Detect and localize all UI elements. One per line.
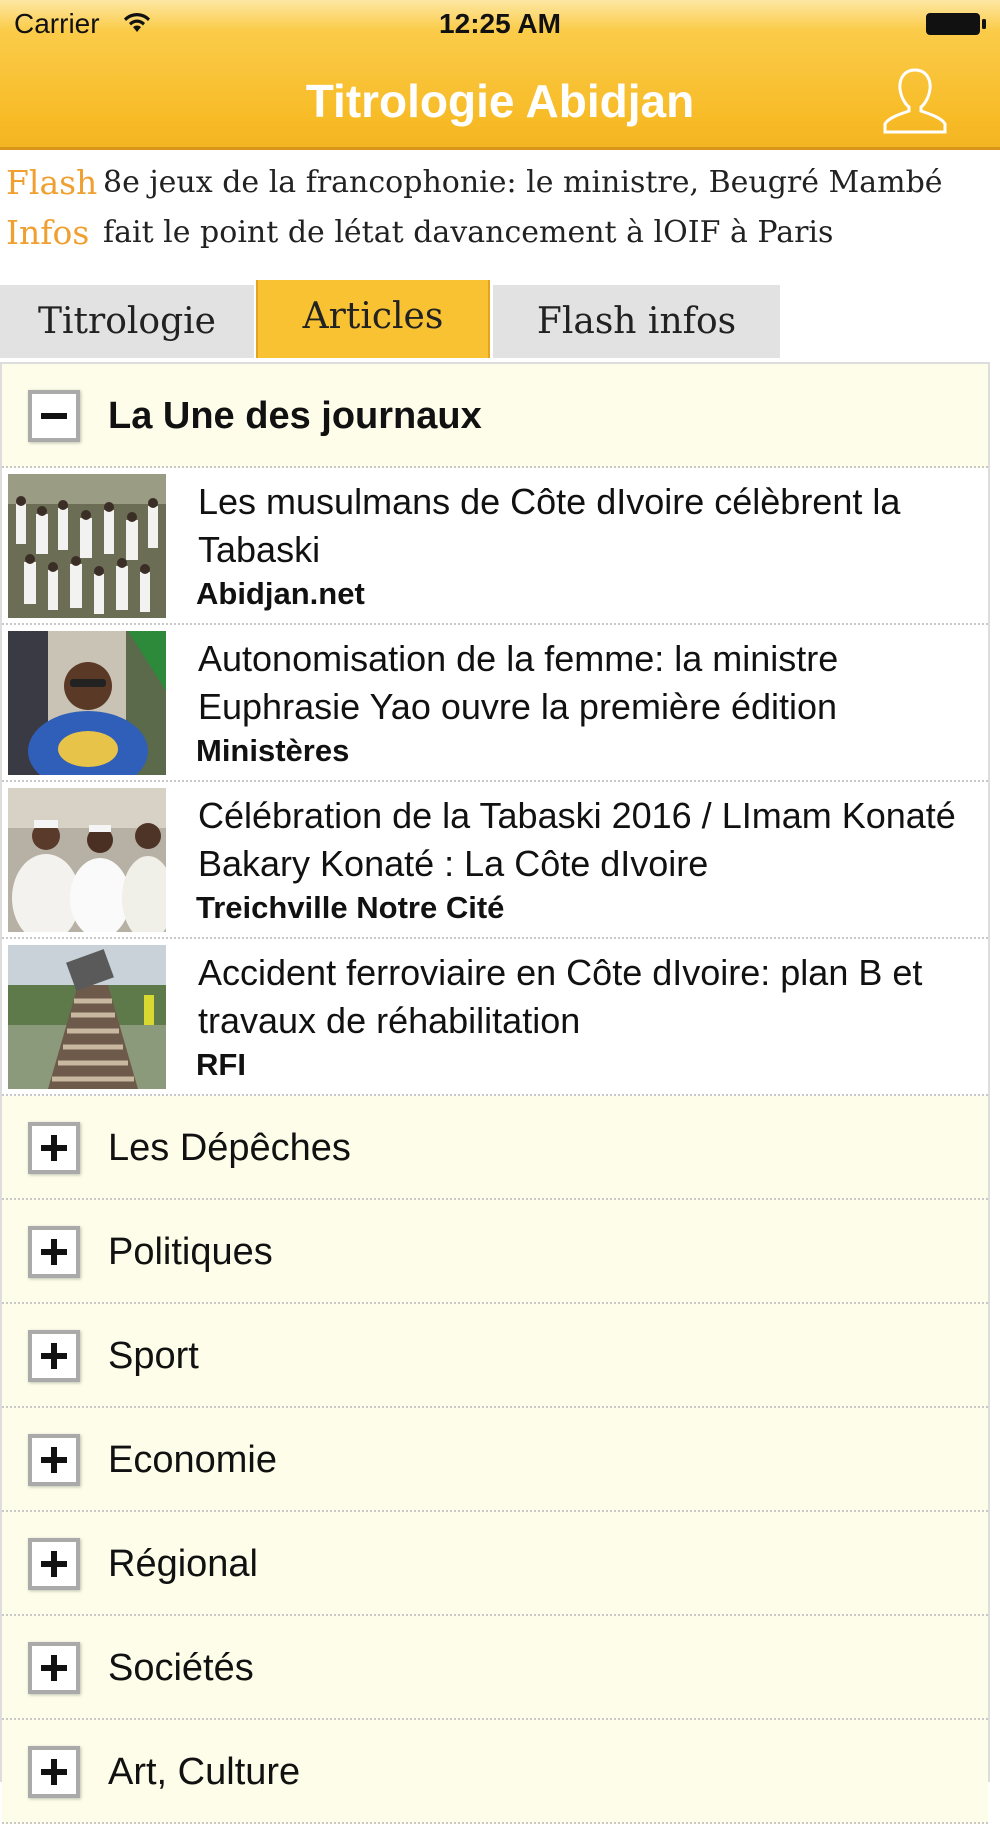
section-header-art-culture[interactable]: Art, Culture: [2, 1720, 988, 1824]
section-label: Art, Culture: [108, 1751, 301, 1793]
list-item[interactable]: Les musulmans de Côte dIvoire célèbrent …: [2, 468, 988, 625]
expand-icon[interactable]: [28, 1226, 80, 1278]
tab-flash-infos[interactable]: Flash infos: [493, 285, 780, 358]
list-item[interactable]: Célébration de la Tabaski 2016 / LImam K…: [2, 782, 988, 939]
section-label: Sport: [108, 1335, 199, 1377]
article-source: Abidjan.net: [196, 576, 365, 611]
section-header-la-une[interactable]: La Une des journaux: [2, 364, 988, 468]
article-source: Ministères: [196, 733, 350, 768]
list-item[interactable]: Autonomisation de la femme: la ministre …: [2, 625, 988, 782]
article-thumbnail-railway: [8, 945, 166, 1089]
navigation-bar: Carrier 12:25 AM Titrologie Abidjan: [0, 0, 1000, 150]
section-header-economie[interactable]: Economie: [2, 1408, 988, 1512]
user-profile-icon[interactable]: [880, 64, 950, 136]
article-title: Célébration de la Tabaski 2016 / LImam K…: [198, 795, 956, 884]
battery-icon: [926, 13, 986, 35]
article-title: Autonomisation de la femme: la ministre …: [198, 638, 839, 727]
collapse-icon[interactable]: [28, 390, 80, 442]
section-label: Politiques: [108, 1231, 273, 1273]
flash-label-line1: Flash: [6, 163, 98, 202]
section-header-societes[interactable]: Sociétés: [2, 1616, 988, 1720]
app-title: Titrologie Abidjan: [305, 75, 695, 127]
flash-infos-label: Flash Infos: [6, 158, 98, 258]
article-source: Treichville Notre Cité: [196, 890, 505, 925]
section-header-sport[interactable]: Sport: [2, 1304, 988, 1408]
article-thumbnail-crowd: [8, 474, 166, 618]
section-label: Les Dépêches: [108, 1127, 351, 1169]
section-header-politiques[interactable]: Politiques: [2, 1200, 988, 1304]
flash-label-line2: Infos: [6, 213, 90, 252]
expand-icon[interactable]: [28, 1434, 80, 1486]
article-source: RFI: [196, 1047, 246, 1082]
article-title: Accident ferroviaire en Côte dIvoire: pl…: [198, 952, 923, 1041]
expand-icon[interactable]: [28, 1538, 80, 1590]
status-time: 12:25 AM: [439, 8, 561, 39]
flash-news-text[interactable]: 8e jeux de la francophonie: le ministre,…: [103, 158, 993, 258]
section-header-regional[interactable]: Régional: [2, 1512, 988, 1616]
articles-list: La Une des journaux Les musulmans de Côt…: [0, 362, 990, 1824]
tab-articles[interactable]: Articles: [256, 280, 490, 358]
expand-icon[interactable]: [28, 1642, 80, 1694]
section-header-les-depeches[interactable]: Les Dépêches: [2, 1096, 988, 1200]
list-item[interactable]: Accident ferroviaire en Côte dIvoire: pl…: [2, 939, 988, 1096]
expand-icon[interactable]: [28, 1122, 80, 1174]
section-label: Régional: [108, 1543, 258, 1585]
tab-titrologie[interactable]: Titrologie: [0, 285, 254, 358]
section-label: La Une des journaux: [108, 395, 482, 437]
article-title: Les musulmans de Côte dIvoire célèbrent …: [198, 481, 901, 570]
section-label: Sociétés: [108, 1647, 254, 1689]
expand-icon[interactable]: [28, 1746, 80, 1798]
article-thumbnail-imam: [8, 788, 166, 932]
section-label: Economie: [108, 1439, 277, 1481]
expand-icon[interactable]: [28, 1330, 80, 1382]
article-thumbnail-minister: [8, 631, 166, 775]
